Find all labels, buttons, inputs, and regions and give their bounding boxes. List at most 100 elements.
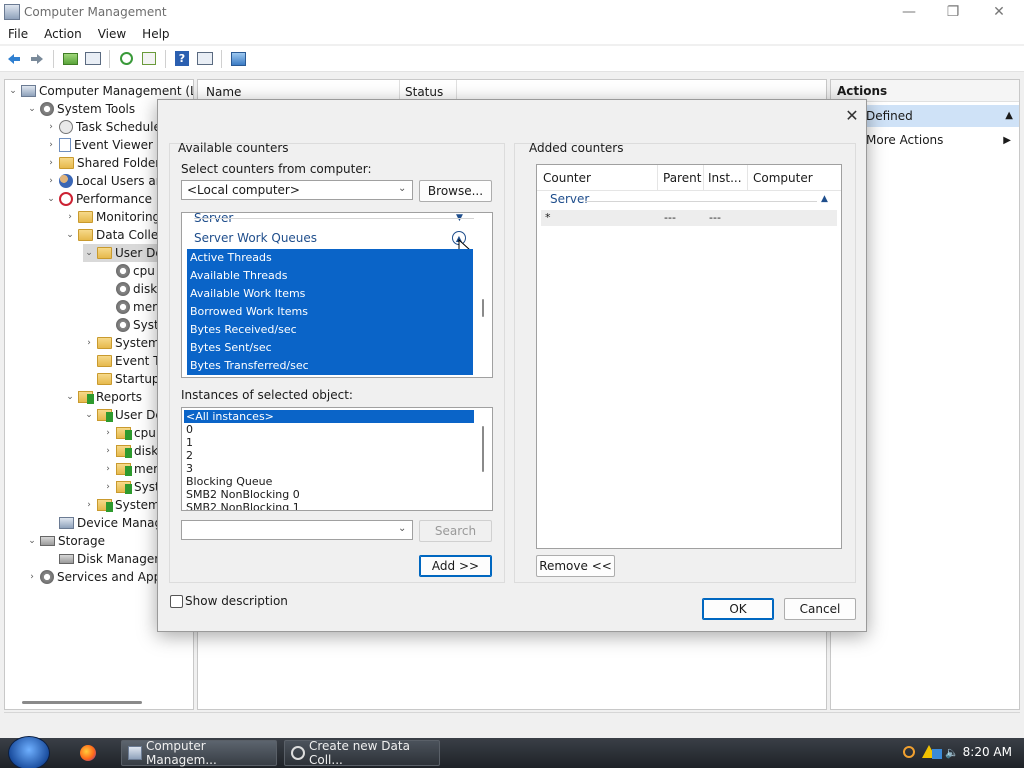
counter-item[interactable]: Bytes Transferred/sec: [187, 357, 473, 375]
menu-help[interactable]: Help: [134, 27, 177, 41]
add-button[interactable]: Add >>: [419, 555, 492, 577]
expand-right-icon[interactable]: ›: [102, 428, 114, 438]
network-tray-icon[interactable]: [932, 749, 942, 759]
tree-item[interactable]: › Task Scheduler: [45, 118, 166, 136]
scrollbar-thumb[interactable]: [482, 299, 484, 317]
tree-item[interactable]: › System: [83, 334, 160, 352]
instance-item[interactable]: 0: [184, 423, 193, 436]
expand-down-icon[interactable]: ⌄: [26, 104, 38, 114]
menu-action[interactable]: Action: [36, 27, 90, 41]
dialog-close-button[interactable]: ✕: [842, 106, 862, 126]
show-description-checkbox[interactable]: [170, 595, 183, 608]
instance-item[interactable]: 2: [184, 449, 193, 462]
show-hide-tree-button[interactable]: [83, 49, 103, 69]
expand-right-icon[interactable]: ›: [102, 464, 114, 474]
counters-scrollbar[interactable]: [475, 213, 492, 377]
expand-right-icon[interactable]: ›: [45, 176, 57, 186]
expand-right-icon[interactable]: ›: [102, 482, 114, 492]
horizontal-scrollbar[interactable]: [22, 701, 142, 704]
counter-item[interactable]: Bytes Received/sec: [187, 321, 473, 339]
tree-item[interactable]: disk: [102, 280, 157, 298]
maximize-button[interactable]: ❐: [930, 0, 976, 24]
expand-right-icon[interactable]: ›: [45, 140, 57, 150]
object-server-work-queues[interactable]: Server Work Queues: [194, 231, 317, 245]
added-group-server[interactable]: Server: [550, 192, 589, 206]
tree-item[interactable]: ⌄ Computer Management (Local: [7, 82, 193, 100]
expand-down-icon[interactable]: ⌄: [26, 536, 38, 546]
table-row[interactable]: * --- ---: [541, 210, 837, 226]
tree-item[interactable]: ⌄ Reports: [64, 388, 142, 406]
show-hide-action-pane-button[interactable]: [195, 49, 215, 69]
menu-view[interactable]: View: [90, 27, 134, 41]
tree-item[interactable]: ⌄ System Tools: [26, 100, 135, 118]
scrollbar-thumb[interactable]: [482, 426, 484, 472]
tree-item[interactable]: › disk: [102, 442, 158, 460]
expand-right-icon[interactable]: ›: [102, 446, 114, 456]
expand-down-icon[interactable]: ⌄: [64, 230, 76, 240]
expand-down-icon[interactable]: ⌄: [45, 194, 57, 204]
counters-listbox[interactable]: Server ▼ Server Work Queues ▲ Active Thr…: [181, 212, 493, 378]
column-header-parent[interactable]: Parent: [663, 171, 701, 185]
close-window-button[interactable]: ✕: [976, 0, 1022, 24]
counter-item[interactable]: Available Work Items: [187, 285, 473, 303]
counter-item[interactable]: Available Threads: [187, 267, 473, 285]
instances-listbox[interactable]: <All instances> 0 1 2 3 Blocking Queue S…: [181, 407, 493, 511]
column-header-name[interactable]: Name: [206, 85, 241, 99]
tree-item[interactable]: › System: [83, 496, 160, 514]
collapse-up-icon[interactable]: ▲: [821, 194, 828, 204]
expand-down-icon[interactable]: ⌄: [7, 86, 19, 96]
ok-button[interactable]: OK: [702, 598, 774, 620]
search-button[interactable]: Search: [419, 520, 492, 542]
expand-right-icon[interactable]: ›: [45, 122, 57, 132]
instance-item[interactable]: 1: [184, 436, 193, 449]
search-tray-icon[interactable]: [903, 746, 915, 758]
back-button[interactable]: [4, 49, 24, 69]
tree-item[interactable]: cpu: [102, 262, 155, 280]
help-button[interactable]: ?: [172, 49, 192, 69]
browse-button[interactable]: Browse...: [419, 180, 492, 202]
expand-right-icon[interactable]: ›: [45, 158, 57, 168]
task-create-data-collector[interactable]: Create new Data Coll...: [284, 739, 440, 767]
added-counters-list[interactable]: Counter Parent Inst... Computer Server ▲…: [536, 164, 842, 549]
expand-right-icon[interactable]: ›: [83, 500, 95, 510]
volume-muted-icon[interactable]: 🔈: [945, 746, 959, 760]
instance-item[interactable]: <All instances>: [184, 410, 474, 423]
expand-down-icon[interactable]: ⌄: [83, 410, 95, 420]
expand-right-icon[interactable]: ›: [83, 338, 95, 348]
expand-down-icon[interactable]: ⌄: [83, 248, 95, 258]
forward-button[interactable]: [27, 49, 47, 69]
menu-file[interactable]: File: [0, 27, 36, 41]
instance-item[interactable]: Blocking Queue: [184, 475, 272, 488]
refresh-button[interactable]: [116, 49, 136, 69]
instances-scrollbar[interactable]: [475, 408, 492, 510]
tree-item[interactable]: › cpu: [102, 424, 156, 442]
expand-right-icon[interactable]: ›: [64, 212, 76, 222]
tree-item[interactable]: ⌄ Performance: [45, 190, 152, 208]
instance-item[interactable]: SMB2 NonBlocking 1: [184, 501, 300, 510]
tree-item[interactable]: › Event Viewer: [45, 136, 153, 154]
firefox-icon[interactable]: [80, 745, 96, 761]
tree-item[interactable]: ⌄ Storage: [26, 532, 105, 550]
column-header-computer[interactable]: Computer: [753, 171, 813, 185]
up-folder-button[interactable]: [60, 49, 80, 69]
tree-item[interactable]: Device Manager: [45, 514, 174, 532]
counter-item[interactable]: Borrowed Work Items: [187, 303, 473, 321]
instance-item[interactable]: SMB2 NonBlocking 0: [184, 488, 300, 501]
start-button[interactable]: [8, 736, 50, 768]
properties-button[interactable]: [228, 49, 248, 69]
column-header-instance[interactable]: Inst...: [708, 171, 742, 185]
computer-select[interactable]: <Local computer> ⌄: [181, 180, 413, 200]
task-computer-management[interactable]: Computer Managem...: [121, 739, 277, 767]
expand-right-icon[interactable]: ›: [26, 572, 38, 582]
cancel-button[interactable]: Cancel: [784, 598, 856, 620]
minimize-button[interactable]: —: [886, 0, 932, 24]
expand-down-icon[interactable]: ⌄: [64, 392, 76, 402]
column-header-counter[interactable]: Counter: [543, 171, 591, 185]
export-list-button[interactable]: [139, 49, 159, 69]
counter-item[interactable]: Bytes Sent/sec: [187, 339, 473, 357]
search-combo[interactable]: ⌄: [181, 520, 413, 540]
taskbar-clock[interactable]: 8:20 AM: [963, 745, 1012, 759]
counter-item[interactable]: Active Threads: [187, 249, 473, 267]
tree-item[interactable]: › Shared Folders: [45, 154, 166, 172]
remove-button[interactable]: Remove <<: [536, 555, 615, 577]
